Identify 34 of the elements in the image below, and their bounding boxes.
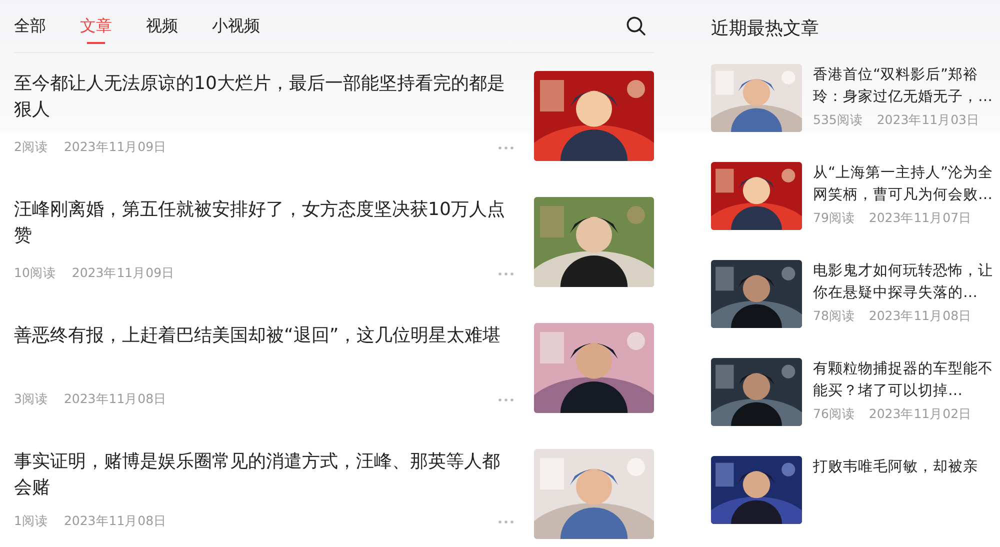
- tab[interactable]: 全部: [14, 0, 46, 52]
- publish-date: 2023年11月07日: [868, 210, 972, 227]
- article-title[interactable]: 至今都让人无法原谅的10大烂片，最后一部能坚持看完的都是狠人: [14, 71, 514, 123]
- read-count: 3阅读: [14, 391, 48, 408]
- read-count: 1阅读: [14, 513, 48, 530]
- read-count: 78阅读: [813, 308, 855, 325]
- article-title[interactable]: 事实证明，赌博是娱乐圈常见的消遣方式，汪峰、那英等人都会赌: [14, 449, 514, 501]
- publish-date: 2023年11月08日: [64, 391, 167, 408]
- publish-date: 2023年11月02日: [868, 406, 972, 423]
- publish-date: 2023年11月09日: [72, 265, 175, 282]
- read-count: 2阅读: [14, 139, 48, 156]
- article-title[interactable]: 电影鬼才如何玩转恐怖，让你在悬疑中探寻失落的…: [813, 260, 995, 304]
- read-count: 535阅读: [813, 112, 863, 129]
- article-title[interactable]: 从“上海第一主持人”沦为全网笑柄，曹可凡为何会败…: [813, 162, 995, 206]
- more-icon[interactable]: [498, 272, 514, 276]
- article-title[interactable]: 善恶终有报，上赶着巴结美国却被“退回”，这几位明星太难堪: [14, 323, 514, 375]
- read-count: 10阅读: [14, 265, 56, 282]
- more-icon[interactable]: [498, 398, 514, 402]
- section-heading: 近期最热文章: [711, 17, 820, 41]
- read-count: 76阅读: [813, 406, 855, 423]
- publish-date: 2023年11月09日: [64, 139, 167, 156]
- publish-date: 2023年11月08日: [64, 513, 167, 530]
- more-icon[interactable]: [498, 146, 514, 150]
- tab[interactable]: 视频: [146, 0, 178, 52]
- article-title[interactable]: 有颗粒物捕捉器的车型能不能买？堵了可以切掉…: [813, 358, 995, 402]
- article-title[interactable]: 香港首位“双料影后”郑裕玲：身家过亿无婚无子，…: [813, 64, 995, 108]
- more-icon[interactable]: [498, 520, 514, 524]
- article-title[interactable]: 打败韦唯毛阿敏，却被亲: [813, 456, 995, 478]
- tab[interactable]: 小视频: [212, 0, 260, 52]
- article-title[interactable]: 汪峰刚离婚，第五任就被安排好了，女方态度坚决获10万人点赞: [14, 197, 514, 249]
- search-icon[interactable]: [626, 16, 646, 36]
- read-count: 79阅读: [813, 210, 855, 227]
- publish-date: 2023年11月08日: [868, 308, 972, 325]
- publish-date: 2023年11月03日: [876, 112, 980, 129]
